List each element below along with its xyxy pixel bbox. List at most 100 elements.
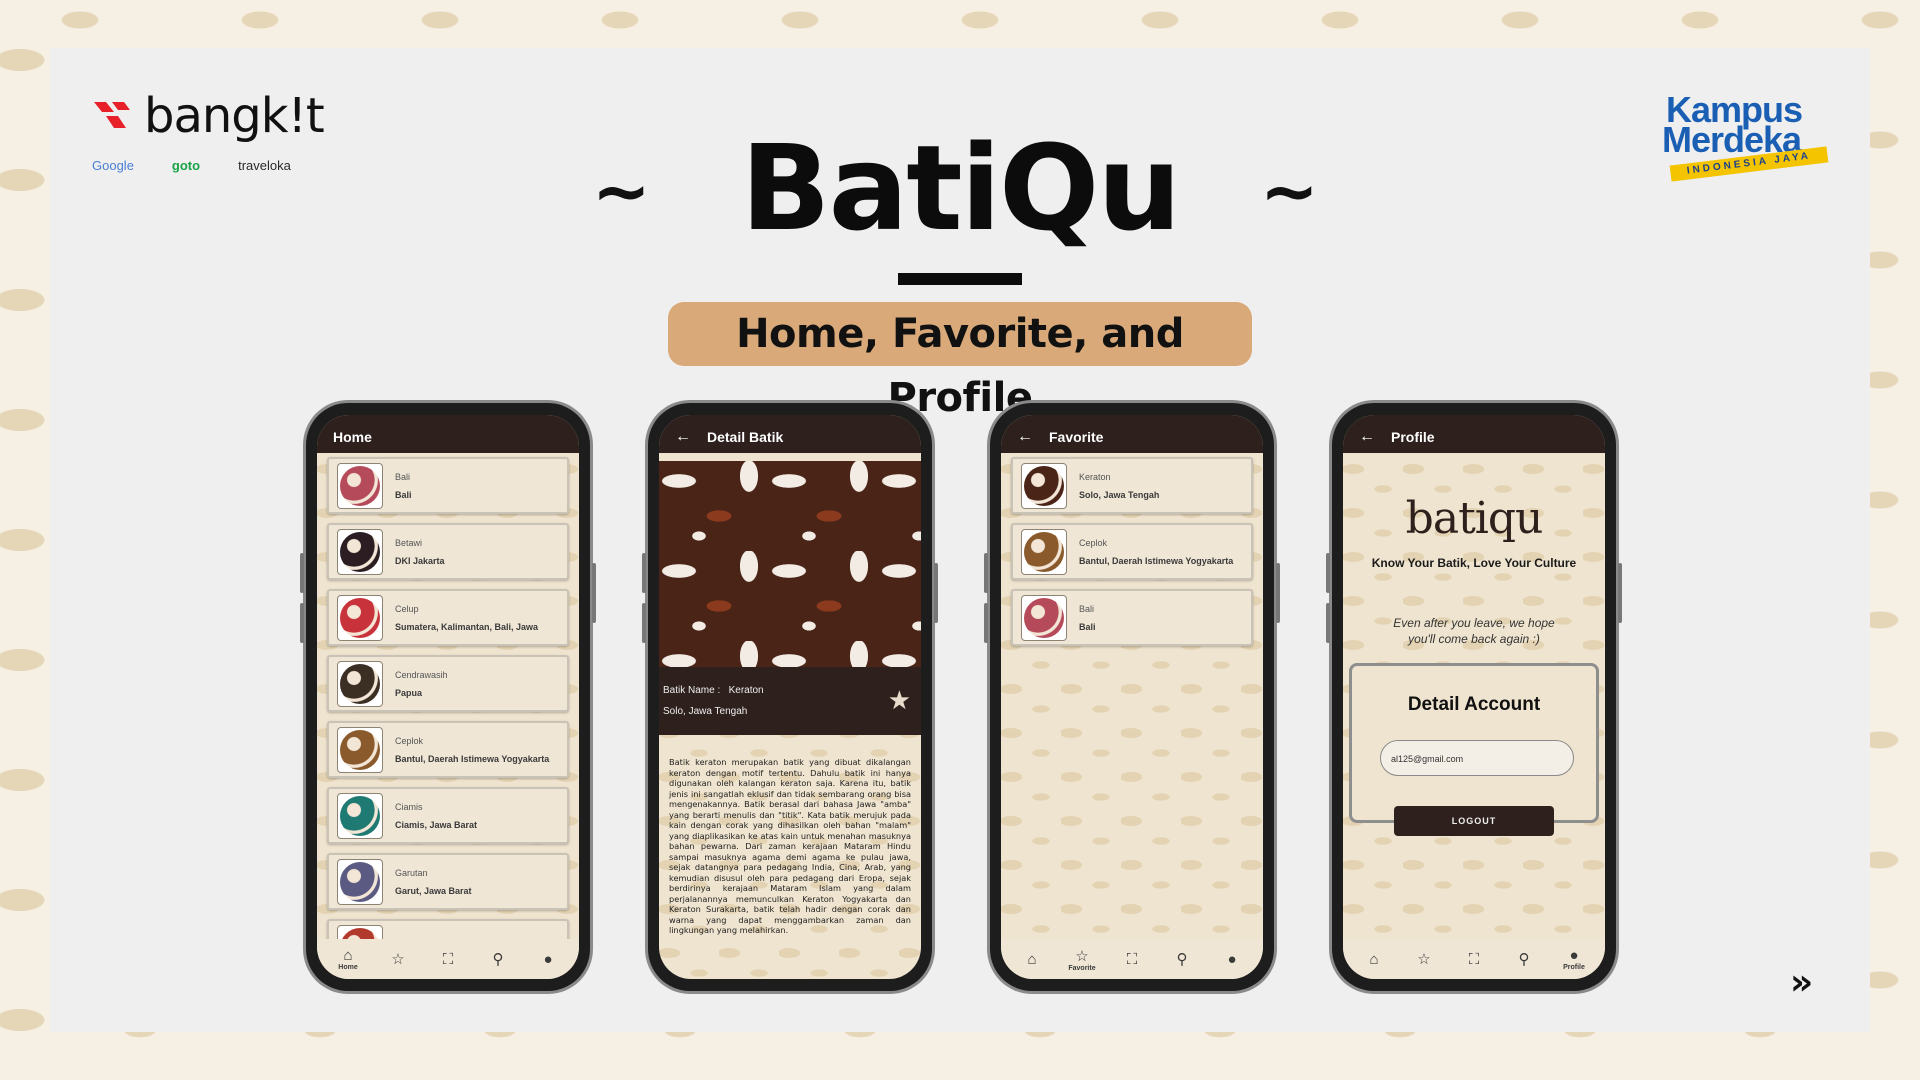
google-logo: Google (92, 158, 134, 173)
batik-name-value: Keraton (728, 685, 764, 696)
account-card: Detail Account al125@gmail.com LOGOUT (1349, 663, 1599, 837)
person-icon: ● (543, 950, 553, 968)
appbar-title: Detail Batik (707, 429, 784, 445)
bangkit-mark-icon (94, 102, 130, 128)
nav-profile[interactable]: ● (1212, 951, 1252, 968)
batik-region: Papua (395, 687, 423, 698)
batik-name: Bali (395, 471, 411, 482)
batik-thumbnail (337, 858, 383, 905)
bottom-nav: ⌂ ☆ Favorite ⛶ ⚲ ● (1001, 939, 1263, 979)
list-item[interactable]: Bali Bali (1011, 589, 1253, 646)
traveloka-logo: traveloka (238, 158, 291, 173)
favorite-star-icon[interactable]: ★ (888, 685, 911, 716)
batik-list: Bali Bali Betawi DKI Jakarta Celup Sumatera, … (317, 453, 579, 976)
phone-favorite: ← Favorite Keraton Solo, Jawa Tengah Ceplo… (984, 403, 1280, 991)
list-item[interactable]: Ceplok Bantul, Daerah Istimewa Yogyakarta (327, 721, 569, 778)
nav-favorite[interactable]: ☆ (378, 950, 418, 968)
next-slide-icon[interactable]: » (1790, 962, 1813, 1003)
home-appbar: Home (317, 415, 579, 453)
page-title: BatiQu (740, 119, 1182, 257)
person-icon: ● (1227, 950, 1237, 968)
batik-thumbnail (337, 594, 383, 641)
phone-profile: ← Profile batiqu Know Your Batik, Love Y… (1326, 403, 1622, 991)
star-icon: ☆ (391, 951, 405, 968)
appbar-title: Favorite (1049, 429, 1104, 445)
list-item[interactable]: Garutan Garut, Jawa Barat (327, 853, 569, 910)
list-item[interactable]: Betawi DKI Jakarta (327, 523, 569, 580)
nav-location[interactable]: ⚲ (478, 950, 518, 968)
batik-region: Garut, Jawa Barat (395, 885, 472, 896)
batik-description: Batik keraton merupakan batik yang dibua… (669, 757, 911, 935)
nav-favorite[interactable]: ☆ Favorite (1062, 947, 1102, 972)
batik-name: Ceplok (1079, 537, 1108, 548)
list-item[interactable]: Ceplok Bantul, Daerah Istimewa Yogyakarta (1011, 523, 1253, 580)
batik-thumbnail (337, 660, 383, 707)
nav-home[interactable]: ⌂ Home (328, 947, 368, 971)
location-icon: ⚲ (492, 951, 504, 968)
batik-region: Sumatera, Kalimantan, Bali, Jawa (395, 621, 539, 632)
back-arrow-icon[interactable]: ← (675, 428, 691, 446)
bangkit-wordmark: bangk!t (144, 88, 325, 144)
batik-region: Solo, Jawa Tengah (663, 706, 748, 717)
list-item[interactable]: Celup Sumatera, Kalimantan, Bali, Jawa (327, 589, 569, 646)
list-item[interactable]: Ciamis Ciamis, Jawa Barat (327, 787, 569, 844)
nav-location[interactable]: ⚲ (1162, 950, 1202, 968)
nav-scan[interactable]: ⛶ (1112, 951, 1152, 968)
tilde-left: ~ (592, 150, 651, 232)
tilde-right: ~ (1260, 150, 1319, 232)
batik-thumbnail (337, 726, 383, 773)
kampus-merdeka-logo: Kampus Merdeka INDONESIA JAYA (1662, 92, 1832, 182)
nav-scan[interactable]: ⛶ (428, 951, 468, 968)
email-field[interactable]: al125@gmail.com (1380, 740, 1574, 777)
scan-icon: ⛶ (1126, 950, 1138, 968)
farewell-text: Even after you leave, we hope you'll com… (1393, 616, 1555, 646)
nav-favorite[interactable]: ☆ (1404, 950, 1444, 968)
batik-region: Bali (395, 489, 412, 500)
phone-detail: ← Detail Batik Batik Name : Keraton Solo… (642, 403, 938, 991)
appbar-title: Profile (1391, 429, 1435, 445)
batik-name-label: Batik Name : (663, 685, 721, 696)
nav-profile[interactable]: ● Profile (1554, 947, 1594, 971)
favorite-screen: ← Favorite Keraton Solo, Jawa Tengah Ceplo… (1001, 415, 1263, 979)
favorite-list: Keraton Solo, Jawa Tengah Ceplok Bantul, Da… (1001, 453, 1263, 646)
page-subtitle: Home, Favorite, and Profile (668, 302, 1252, 421)
bottom-nav: ⌂ Home ☆ ⛶ ⚲ ● (317, 939, 579, 979)
nav-scan[interactable]: ⛶ (1454, 951, 1494, 968)
account-title: Detail Account (1407, 694, 1541, 716)
batik-name: Garutan (395, 867, 428, 878)
star-icon: ☆ (1075, 947, 1089, 965)
batik-thumbnail (337, 528, 383, 575)
batik-region: Bantul, Daerah Istimewa Yogyakarta (395, 753, 550, 764)
detail-appbar: ← Detail Batik (659, 415, 921, 453)
batik-thumbnail (337, 792, 383, 839)
nav-home[interactable]: ⌂ (1354, 951, 1394, 968)
list-item[interactable]: Cendrawasih Papua (327, 655, 569, 712)
home-icon: ⌂ (343, 947, 353, 964)
scan-icon: ⛶ (442, 950, 454, 968)
batik-thumbnail (1021, 594, 1067, 641)
logout-button[interactable]: LOGOUT (1394, 806, 1554, 837)
tagline: Know Your Batik, Love Your Culture (1371, 556, 1577, 570)
home-screen: Home Bali Bali Betawi DKI Jakarta Celup Sumat… (317, 415, 579, 979)
location-icon: ⚲ (1176, 951, 1188, 968)
batik-thumbnail (1021, 462, 1067, 509)
profile-screen: ← Profile batiqu Know Your Batik, Love Y… (1343, 415, 1605, 979)
nav-profile[interactable]: ● (528, 951, 568, 968)
batik-region: Bali (1079, 621, 1096, 632)
batik-region: Bantul, Daerah Istimewa Yogyakarta (1079, 555, 1234, 566)
nav-home[interactable]: ⌂ (1012, 951, 1052, 968)
list-item[interactable]: Bali Bali (327, 457, 569, 514)
phone-home: Home Bali Bali Betawi DKI Jakarta Celup Sumat… (300, 403, 596, 991)
back-arrow-icon[interactable]: ← (1359, 428, 1375, 446)
home-icon: ⌂ (1027, 950, 1037, 968)
back-arrow-icon[interactable]: ← (1017, 428, 1033, 446)
person-icon: ● (1569, 947, 1579, 964)
detail-screen: ← Detail Batik Batik Name : Keraton Solo… (659, 415, 921, 979)
home-icon: ⌂ (1369, 950, 1379, 968)
batik-region: Ciamis, Jawa Barat (395, 819, 478, 830)
batik-info: Batik Name : Keraton Solo, Jawa Tengah ★ (659, 667, 921, 735)
batik-name: Bali (1079, 603, 1095, 614)
nav-location[interactable]: ⚲ (1504, 950, 1544, 968)
list-item[interactable]: Keraton Solo, Jawa Tengah (1011, 457, 1253, 514)
title-underline (898, 273, 1022, 285)
